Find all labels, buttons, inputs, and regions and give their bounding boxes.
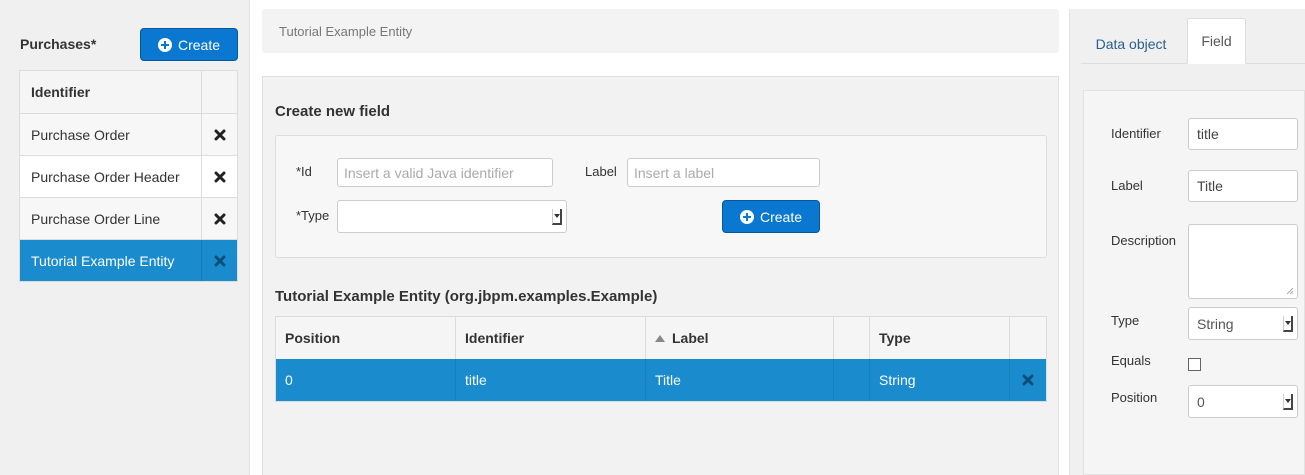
list-item-selected[interactable]: Tutorial Example Entity [20,239,237,281]
list-item[interactable]: Purchase Order Line [20,197,237,239]
create-object-button[interactable]: Create [140,28,238,61]
plus-circle-icon [157,37,172,52]
delete-button[interactable] [202,156,237,197]
delete-button[interactable] [202,198,237,239]
create-field-heading: Create new field [275,103,391,120]
delete-button[interactable] [202,114,237,155]
column-header-actions [1010,317,1046,359]
description-label: Description [1111,233,1177,248]
description-textarea[interactable] [1188,224,1298,299]
equals-checkbox[interactable] [1188,358,1201,371]
column-header-label[interactable]: Label [646,317,834,359]
delete-button[interactable] [202,240,237,281]
plus-circle-icon [739,209,754,224]
fields-table-heading: Tutorial Example Entity (org.jbpm.exampl… [275,288,658,305]
id-input[interactable] [337,158,553,187]
label-input[interactable] [627,158,820,187]
close-x-icon [214,129,225,140]
close-x-icon [214,171,225,182]
dropdown-caret-icon [552,208,562,225]
cell-identifier: title [456,359,646,401]
list-item[interactable]: Purchase Order [20,113,237,155]
equals-label: Equals [1111,353,1151,368]
fields-table: Position Identifier Label Type 0 title T… [275,316,1047,402]
cell-position: 0 [276,359,456,401]
create-field-button[interactable]: Create [722,200,820,233]
tab-data-object[interactable]: Data object [1081,19,1181,69]
column-header-label-text: Label [672,330,709,346]
column-header-identifier[interactable]: Identifier [456,317,646,359]
type-prop-label: Type [1111,313,1140,328]
list-item-name[interactable]: Purchase Order [20,114,202,155]
column-header-position[interactable]: Position [276,317,456,359]
cell-blank [834,359,870,401]
id-label: *Id [296,164,312,179]
label-label: Label [585,164,617,179]
type-select[interactable] [337,200,567,233]
cell-type: String [870,359,1010,401]
identifier-label: Identifier [1111,126,1161,141]
list-item-name[interactable]: Purchase Order Line [20,198,202,239]
list-header: Identifier [20,71,237,113]
data-object-list: Identifier Purchase Order Purchase Order… [19,70,238,282]
column-header-type[interactable]: Type [870,317,1010,359]
close-x-icon [214,213,225,224]
label-prop-label: Label [1111,178,1143,193]
close-x-icon [1022,374,1034,386]
list-item[interactable]: Purchase Order Header [20,155,237,197]
list-item-name[interactable]: Purchase Order Header [20,156,202,197]
table-header-row: Position Identifier Label Type [276,317,1046,359]
table-row[interactable]: 0 title Title String [276,359,1046,401]
create-object-label: Create [177,36,221,53]
position-dropdown-value: 0 [1197,393,1205,410]
cell-label: Title [646,359,834,401]
type-dropdown[interactable]: String [1188,307,1298,340]
create-field-label: Create [759,208,803,225]
dropdown-caret-icon [1283,393,1293,410]
resize-grip-icon[interactable] [1286,287,1294,295]
list-item-name[interactable]: Tutorial Example Entity [20,240,202,281]
breadcrumb-text: Tutorial Example Entity [279,24,413,39]
create-field-form [275,135,1047,258]
close-x-icon [214,255,225,266]
delete-field-button[interactable] [1010,359,1046,401]
list-header-identifier: Identifier [20,71,202,113]
type-dropdown-value: String [1197,315,1234,332]
position-dropdown[interactable]: 0 [1188,385,1298,418]
sort-up-icon [655,334,665,342]
tab-field[interactable]: Field [1187,18,1246,64]
column-header-blank [834,317,870,359]
position-prop-label: Position [1111,390,1158,405]
project-title: Purchases* [20,36,97,52]
identifier-field[interactable]: title [1188,118,1298,150]
label-field[interactable]: Title [1188,170,1298,202]
type-label: *Type [296,208,330,223]
dropdown-caret-icon [1283,315,1293,332]
